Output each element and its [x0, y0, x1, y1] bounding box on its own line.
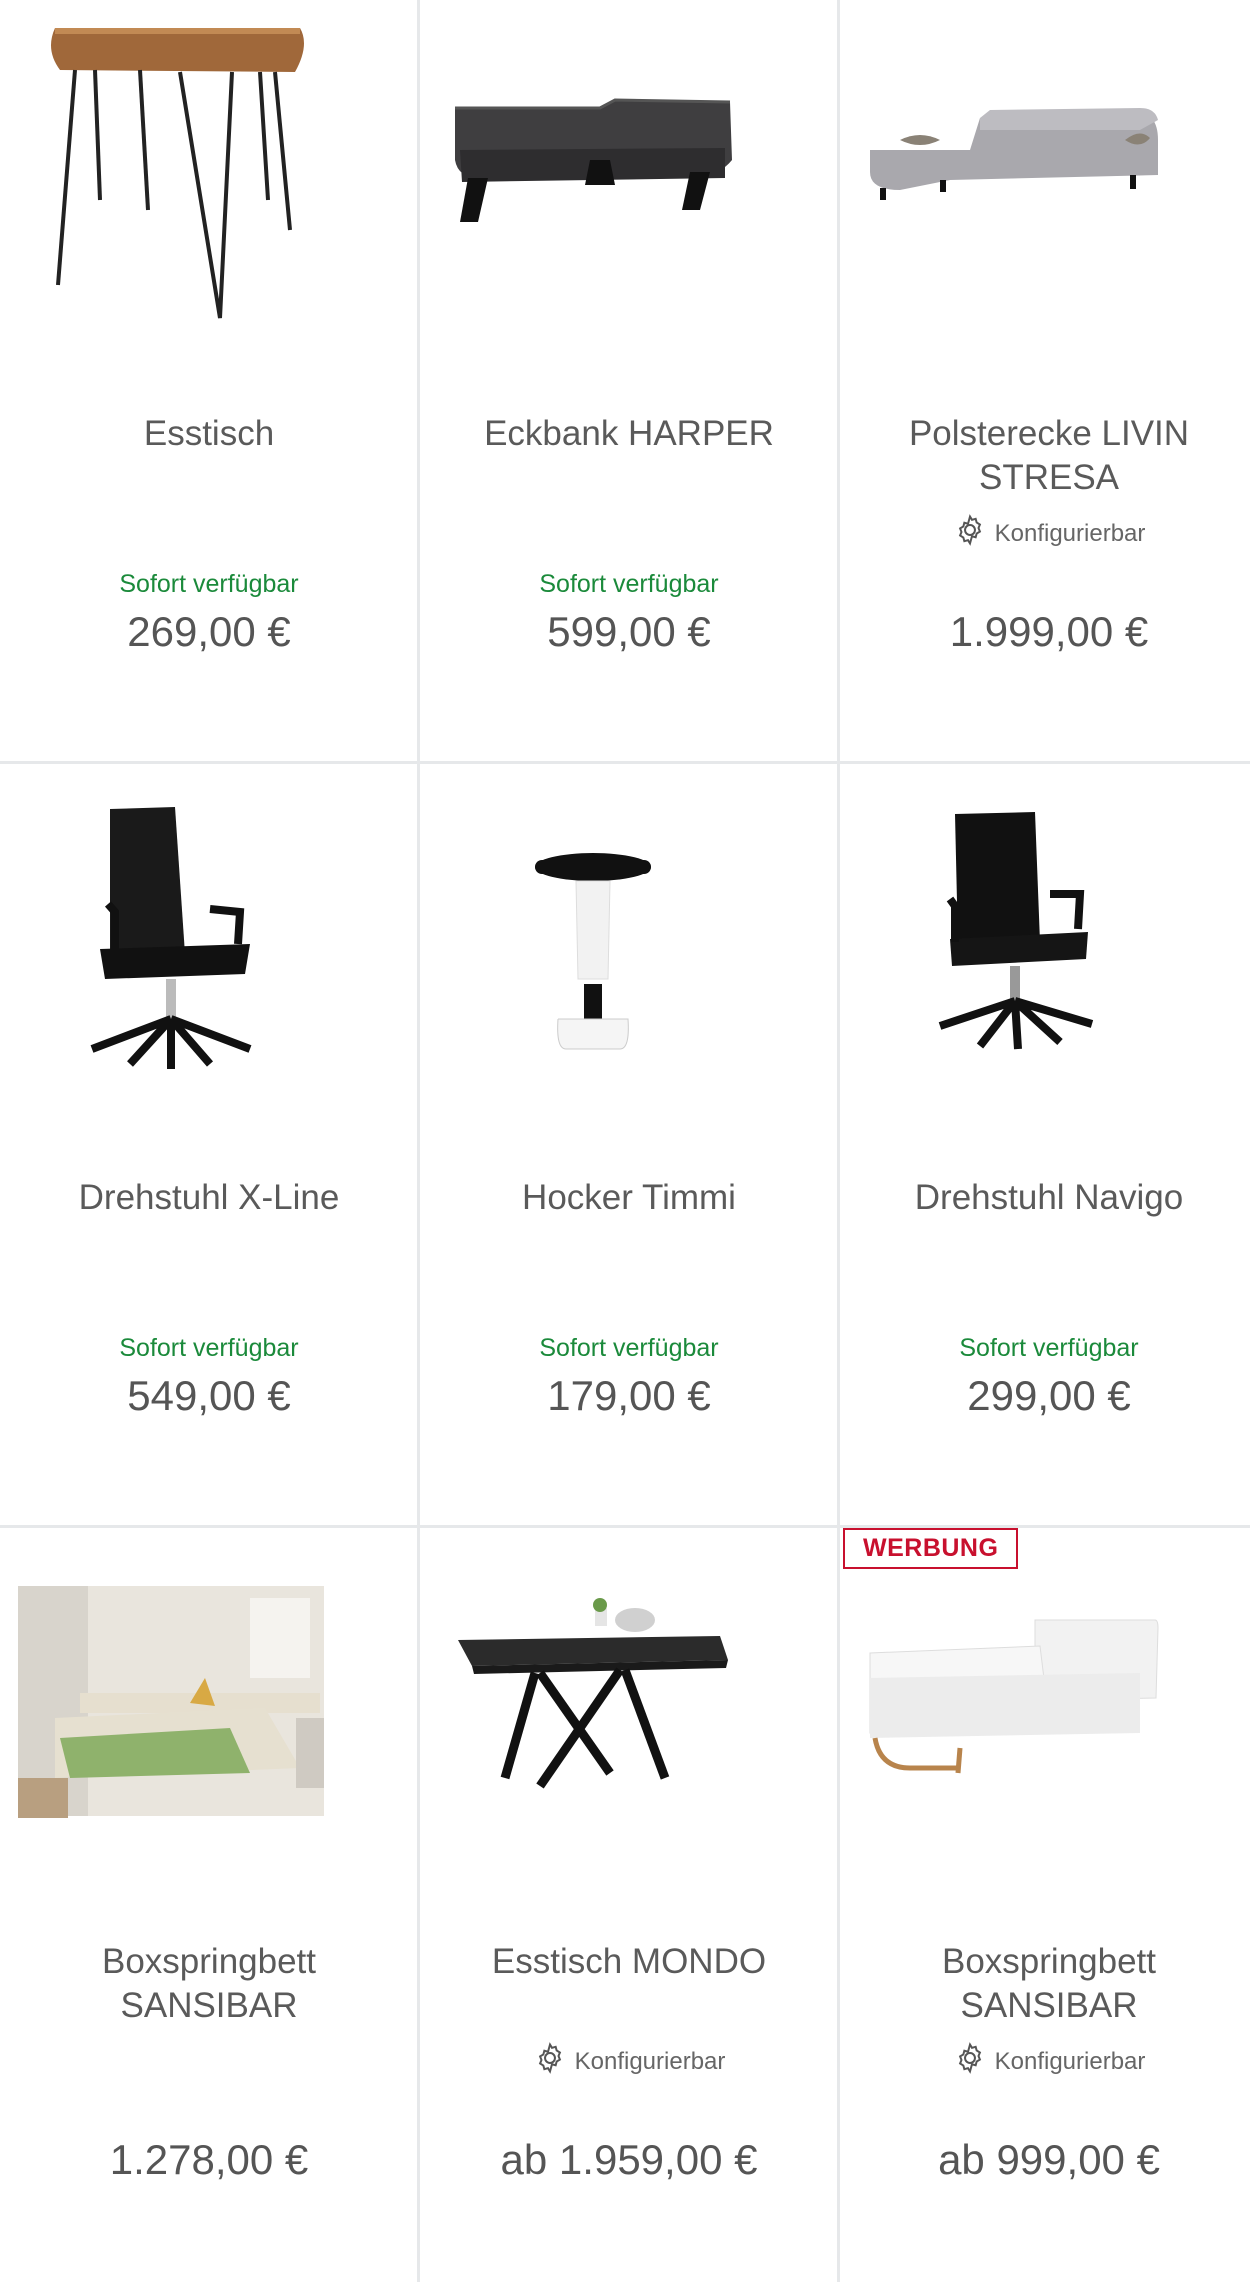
- product-image[interactable]: [840, 0, 1250, 380]
- product-image[interactable]: [420, 0, 838, 380]
- product-card[interactable]: Boxspringbett SANSIBAR 1.278,00 €: [0, 1528, 418, 2290]
- configurable-label: Konfigurierbar: [994, 519, 1146, 547]
- product-card[interactable]: Eckbank HARPER Sofort verfügbar 599,00 €: [420, 0, 838, 762]
- availability-label: Sofort verfügbar: [119, 570, 299, 598]
- product-title[interactable]: Esstisch MONDO: [420, 1940, 838, 1984]
- product-price: 1.278,00 €: [109, 2136, 309, 2183]
- product-title[interactable]: Boxspringbett SANSIBAR: [0, 1940, 418, 2028]
- product-card[interactable]: Drehstuhl X-Line Sofort verfügbar 549,00…: [0, 764, 418, 1526]
- product-price: 1.999,00 €: [949, 608, 1149, 655]
- configurable-label: Konfigurierbar: [574, 2047, 726, 2075]
- product-price: 599,00 €: [547, 608, 711, 655]
- product-image[interactable]: [0, 764, 418, 1144]
- product-title[interactable]: Boxspringbett SANSIBAR: [840, 1940, 1250, 2028]
- product-price: ab 999,00 €: [938, 2136, 1160, 2183]
- product-price: 549,00 €: [127, 1372, 291, 1419]
- product-card[interactable]: Esstisch MONDO Konfigurierbar ab 1.959,0…: [420, 1528, 838, 2290]
- availability-label: Sofort verfügbar: [539, 1334, 719, 1362]
- product-price: 269,00 €: [127, 608, 291, 655]
- gear-icon: [533, 2041, 567, 2082]
- product-title[interactable]: Drehstuhl Navigo: [840, 1176, 1250, 1220]
- availability-label: Sofort verfügbar: [959, 1334, 1139, 1362]
- product-card[interactable]: Drehstuhl Navigo Sofort verfügbar 299,00…: [840, 764, 1250, 1526]
- product-price: 179,00 €: [547, 1372, 711, 1419]
- configurable-indicator: Konfigurierbar: [840, 2041, 1250, 2082]
- configurable-indicator: Konfigurierbar: [420, 2041, 838, 2082]
- product-title[interactable]: Hocker Timmi: [420, 1176, 838, 1220]
- product-image[interactable]: [0, 0, 418, 380]
- product-image[interactable]: [0, 1528, 418, 1908]
- product-title[interactable]: Eckbank HARPER: [420, 412, 838, 456]
- product-card[interactable]: Hocker Timmi Sofort verfügbar 179,00 €: [420, 764, 838, 1526]
- availability-label: Sofort verfügbar: [539, 570, 719, 598]
- product-price: 299,00 €: [967, 1372, 1131, 1419]
- availability-label: Sofort verfügbar: [119, 1334, 299, 1362]
- product-image[interactable]: [420, 1528, 838, 1908]
- gear-icon: [953, 513, 987, 554]
- configurable-label: Konfigurierbar: [994, 2047, 1146, 2075]
- product-image[interactable]: [840, 764, 1250, 1144]
- product-card[interactable]: Polsterecke LIVIN STRESA Konfigurierbar …: [840, 0, 1250, 762]
- product-price: ab 1.959,00 €: [500, 2136, 758, 2183]
- product-title[interactable]: Polsterecke LIVIN STRESA: [840, 412, 1250, 500]
- product-title[interactable]: Drehstuhl X-Line: [0, 1176, 418, 1220]
- product-card[interactable]: Esstisch Sofort verfügbar 269,00 €: [0, 0, 418, 762]
- product-image[interactable]: [420, 764, 838, 1144]
- product-grid: Esstisch Sofort verfügbar 269,00 € Eckba…: [0, 0, 1250, 2282]
- product-title[interactable]: Esstisch: [0, 412, 418, 456]
- product-image[interactable]: [840, 1528, 1250, 1908]
- gear-icon: [953, 2041, 987, 2082]
- configurable-indicator: Konfigurierbar: [840, 513, 1250, 554]
- product-card[interactable]: WERBUNG Boxspringbett SANSIBAR Konfiguri…: [840, 1528, 1250, 2290]
